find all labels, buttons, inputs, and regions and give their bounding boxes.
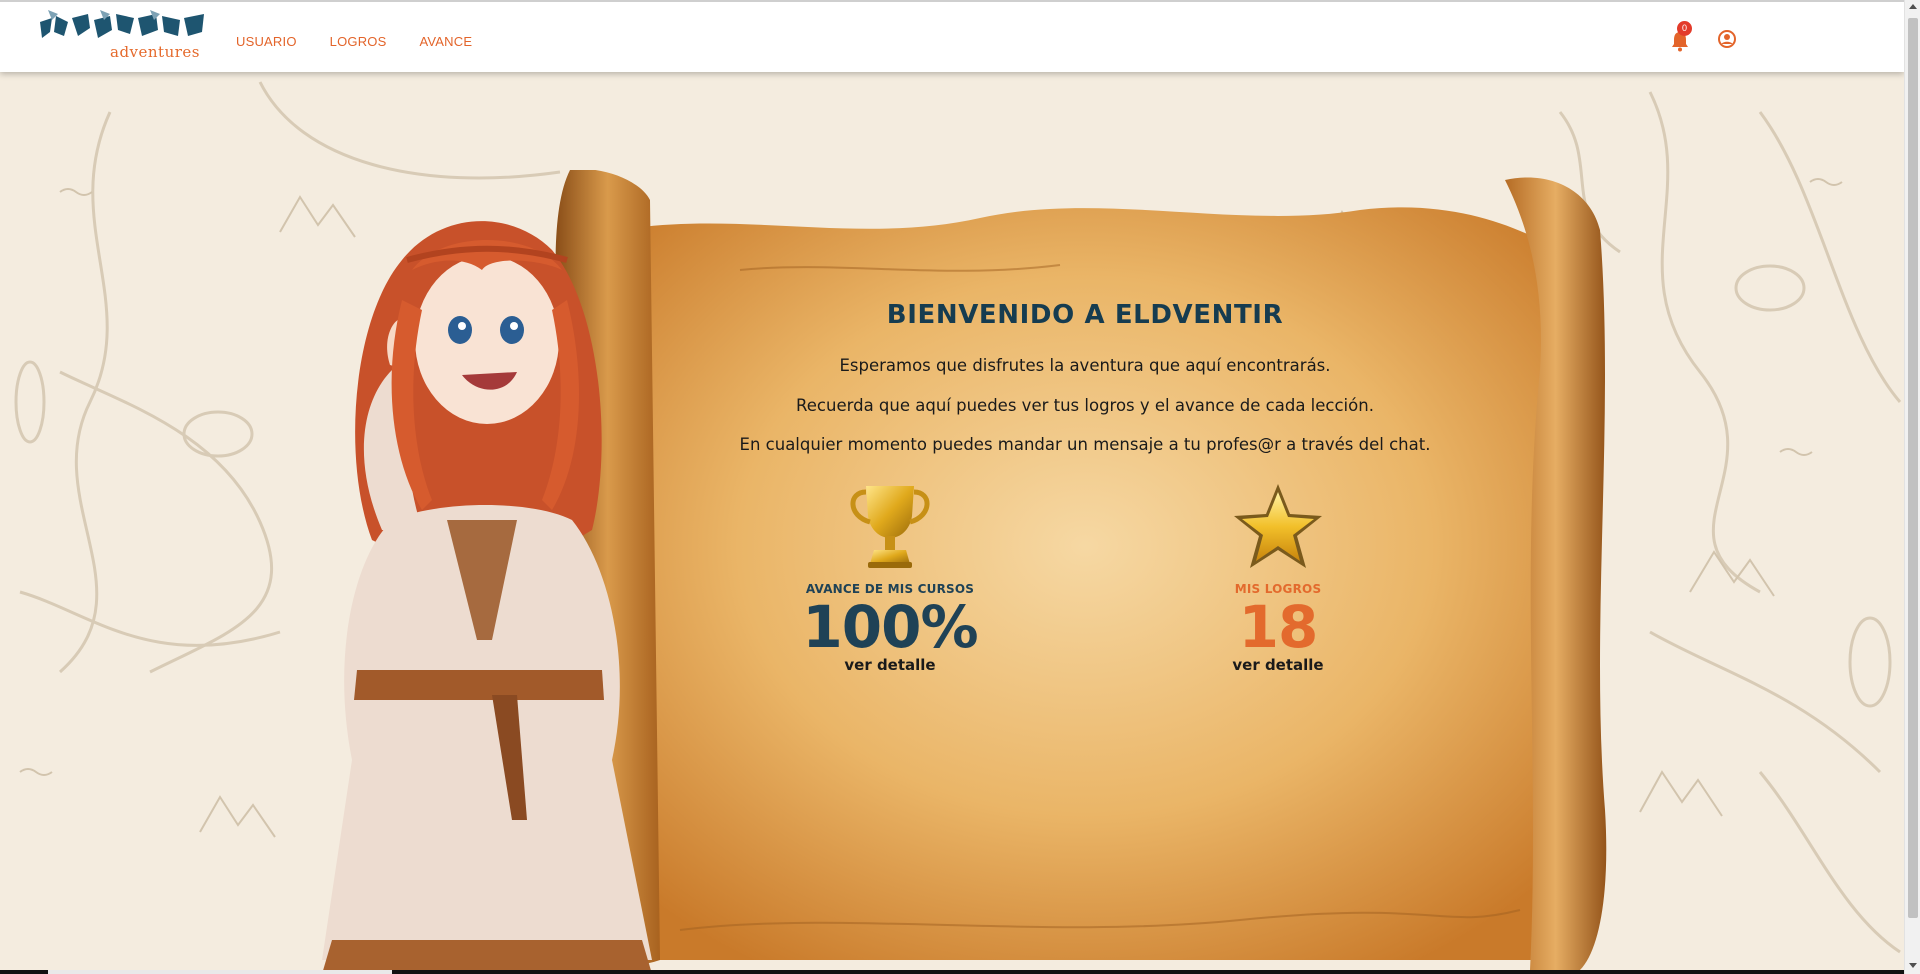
top-navbar: adventures USUARIO LOGROS AVANCE 0 bbox=[0, 0, 1904, 72]
trophy-icon bbox=[850, 486, 930, 568]
scrollbar-thumb[interactable] bbox=[1908, 18, 1918, 918]
achievements-value: 18 bbox=[1238, 593, 1319, 661]
course-progress-value: 100% bbox=[802, 593, 978, 661]
user-profile-icon[interactable] bbox=[1718, 30, 1736, 48]
star-icon bbox=[1234, 484, 1322, 568]
notification-badge: 0 bbox=[1677, 21, 1692, 36]
logo-text: adventures bbox=[110, 43, 200, 61]
logo-graphic bbox=[40, 10, 204, 38]
course-progress-card: AVANCE DE MIS CURSOS 100% ver detalle bbox=[780, 480, 1000, 674]
welcome-panel: BIENVENIDO A ELDVENTIR Esperamos que dis… bbox=[700, 300, 1470, 454]
scroll-up-arrow-icon[interactable] bbox=[1909, 4, 1917, 9]
welcome-line-2: Recuerda que aquí puedes ver tus logros … bbox=[796, 396, 1374, 415]
welcome-line-3: En cualquier momento puedes mandar un me… bbox=[739, 435, 1431, 454]
nav-item-usuario[interactable]: USUARIO bbox=[236, 34, 297, 49]
horizontal-scrollbar-thumb[interactable] bbox=[48, 970, 392, 974]
nav-item-logros[interactable]: LOGROS bbox=[330, 34, 387, 49]
parchment-scroll bbox=[540, 169, 1620, 974]
guide-character bbox=[312, 200, 672, 974]
parchment-illustration bbox=[555, 169, 1607, 970]
user-circle-glyph bbox=[1718, 30, 1736, 48]
welcome-line-1: Esperamos que disfrutes la aventura que … bbox=[839, 356, 1331, 375]
welcome-title: BIENVENIDO A ELDVENTIR bbox=[886, 300, 1284, 330]
achievements-detail-link[interactable]: ver detalle bbox=[1168, 656, 1388, 674]
nav-item-avance[interactable]: AVANCE bbox=[419, 34, 472, 49]
achievements-card: MIS LOGROS 18 ver detalle bbox=[1168, 480, 1388, 674]
page-scrollbar[interactable] bbox=[1904, 0, 1920, 974]
scroll-down-arrow-icon[interactable] bbox=[1909, 963, 1917, 968]
character-illustration bbox=[322, 221, 652, 974]
main-nav: USUARIO LOGROS AVANCE bbox=[236, 34, 505, 49]
